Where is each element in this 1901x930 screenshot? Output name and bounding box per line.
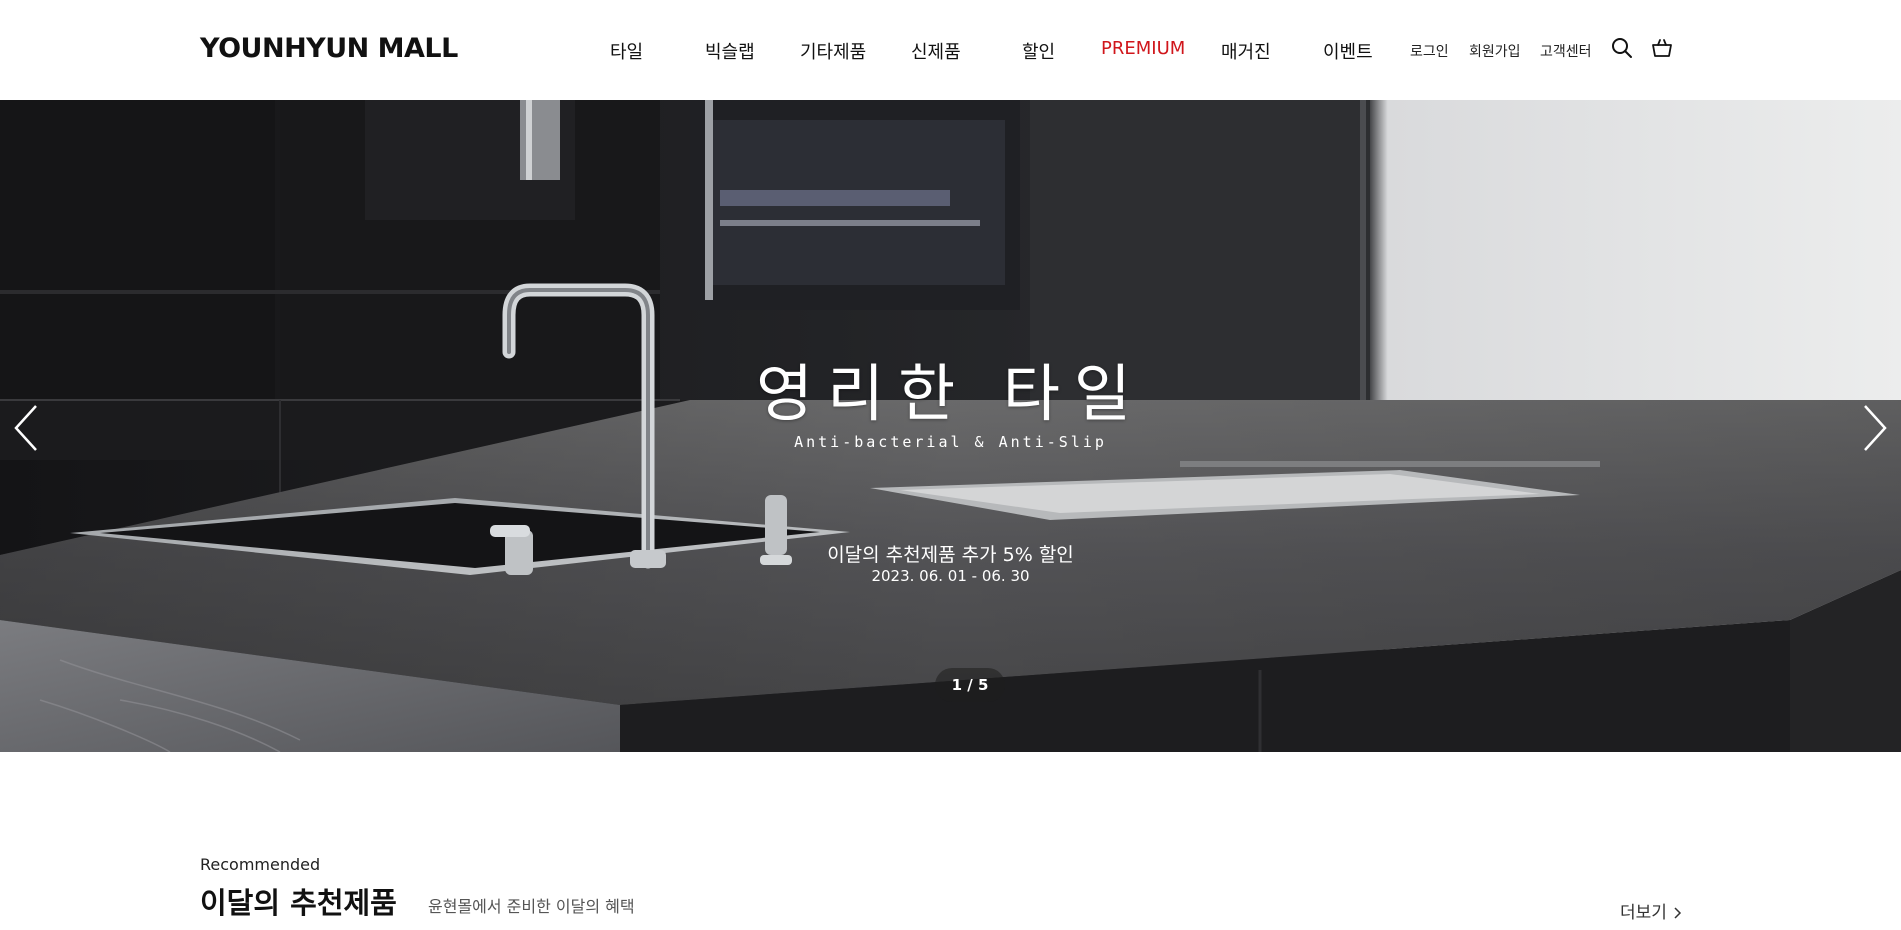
more-link[interactable]: 더보기: [1620, 898, 1683, 923]
signup-link[interactable]: 회원가입: [1469, 41, 1521, 61]
site-header: YOUNHYUN MALL 타일 빅슬랩 기타제품 신제품 할인 PREMIUM…: [0, 0, 1901, 100]
site-logo[interactable]: YOUNHYUN MALL: [200, 33, 458, 64]
nav-item-sale[interactable]: 할인: [1022, 38, 1055, 64]
slide-pager: 1 / 5: [935, 668, 1005, 702]
hero-slider: 영리한 타일 Anti-bacterial & Anti-Slip 이달의 추천…: [0, 100, 1901, 752]
nav-item-event[interactable]: 이벤트: [1323, 38, 1373, 64]
cart-icon[interactable]: [1650, 36, 1674, 60]
chevron-right-icon[interactable]: [1855, 400, 1895, 456]
more-link-label: 더보기: [1620, 903, 1667, 923]
nav-item-big-slab[interactable]: 빅슬랩: [705, 38, 755, 64]
search-icon[interactable]: [1610, 36, 1634, 60]
hero-subtitle: Anti-bacterial & Anti-Slip: [794, 433, 1107, 451]
nav-item-magazine[interactable]: 매거진: [1221, 38, 1271, 64]
customer-center-link[interactable]: 고객센터: [1540, 41, 1592, 61]
nav-item-other-products[interactable]: 기타제품: [800, 38, 866, 64]
chevron-left-icon[interactable]: [6, 400, 46, 456]
nav-item-new-products[interactable]: 신제품: [911, 38, 961, 64]
chevron-right-small-icon: [1674, 907, 1681, 919]
login-link[interactable]: 로그인: [1410, 41, 1449, 61]
section-title: 이달의 추천제품: [200, 886, 397, 920]
hero-promo-date: 2023. 06. 01 - 06. 30: [871, 567, 1030, 585]
nav-item-premium[interactable]: PREMIUM: [1101, 38, 1185, 59]
section-description: 윤현몰에서 준비한 이달의 혜택: [428, 897, 635, 916]
hero-promo-text: 이달의 추천제품 추가 5% 할인: [827, 544, 1074, 566]
hero-title: 영리한 타일: [756, 357, 1145, 430]
nav-item-tile[interactable]: 타일: [610, 38, 643, 64]
section-eyebrow: Recommended: [200, 855, 321, 874]
